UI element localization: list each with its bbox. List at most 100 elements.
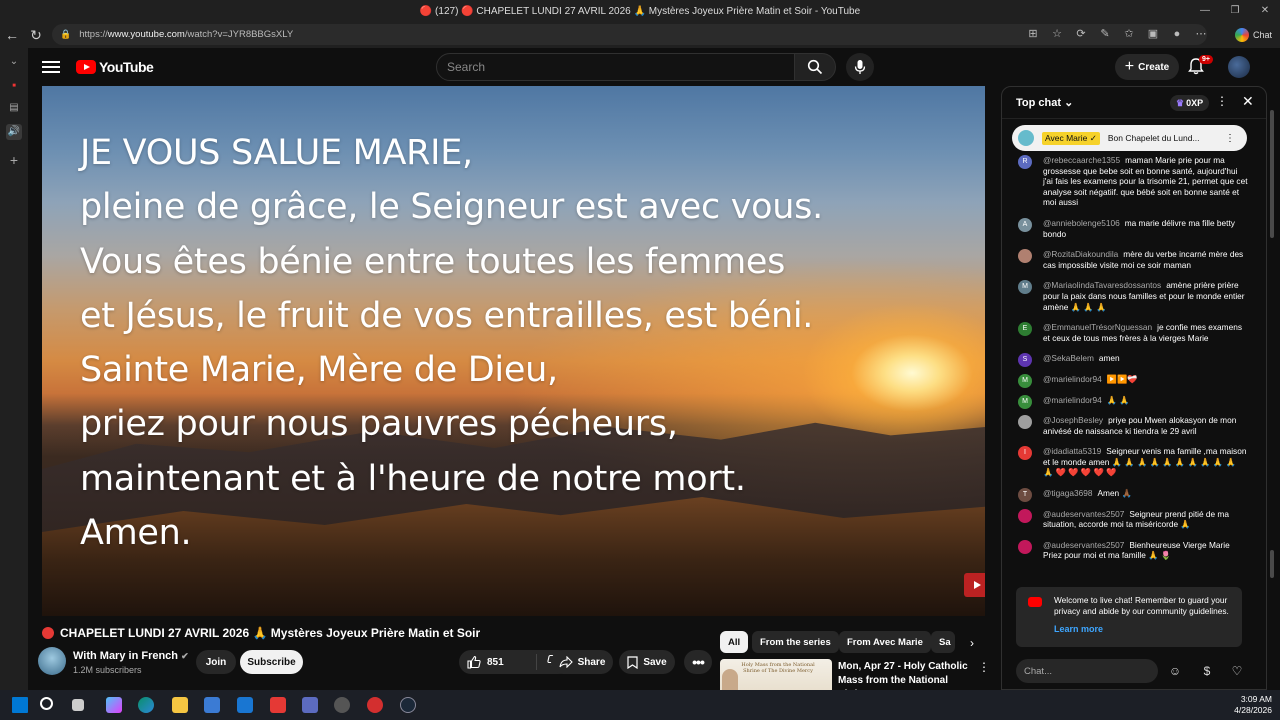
- chat-message[interactable]: S @SekaBelem amen: [1002, 351, 1258, 368]
- chat-author[interactable]: @idadiatta5319: [1043, 446, 1101, 456]
- chat-author[interactable]: @marielindor94: [1043, 395, 1102, 405]
- tab-icon[interactable]: ▤: [6, 100, 22, 116]
- channel-name[interactable]: With Mary in French ✔: [73, 650, 189, 662]
- chat-author[interactable]: @audeservantes2507: [1043, 509, 1124, 519]
- chat-message[interactable]: E @EmmanuelTrésorNguessan je confie mes ex…: [1002, 320, 1258, 345]
- xp-badge[interactable]: ♛ 0XP: [1170, 95, 1210, 111]
- subscribe-button[interactable]: Subscribe: [240, 650, 303, 674]
- opera-icon[interactable]: [367, 697, 383, 713]
- edge-icon[interactable]: [138, 697, 154, 713]
- more-actions-icon[interactable]: •••: [684, 650, 712, 674]
- windows-taskbar: [0, 690, 1280, 720]
- recommendation-thumbnail[interactable]: Holy Mass from the National Shrine of Th…: [720, 659, 832, 690]
- chat-message[interactable]: R @rebeccaarche1355 maman Marie prie pour …: [1002, 153, 1258, 210]
- restore-icon[interactable]: ❐: [1220, 0, 1250, 22]
- audio-tab-icon[interactable]: 🔊: [6, 124, 22, 140]
- task-view-icon[interactable]: [72, 699, 84, 711]
- minimize-icon[interactable]: —: [1190, 0, 1220, 22]
- chat-author[interactable]: @EmmanuelTrésorNguessan: [1043, 322, 1152, 332]
- chevron-down-icon[interactable]: ⌄: [6, 54, 22, 70]
- browser-toolbar: ← ↻ 🔒 https://www.youtube.com/watch?v=JY…: [0, 22, 1280, 48]
- create-button[interactable]: + Create: [1115, 54, 1179, 80]
- chat-input[interactable]: Chat...: [1016, 659, 1158, 683]
- apps-icon[interactable]: ⊞: [1024, 24, 1042, 44]
- heart-icon[interactable]: ♡: [1228, 662, 1246, 680]
- chat-author[interactable]: @MariaolindaTavaresdossantos: [1043, 280, 1161, 290]
- chat-message[interactable]: @audeservantes2507 Seigneur prend pitié d…: [1002, 507, 1258, 532]
- chat-author[interactable]: @tigaga3698: [1043, 488, 1093, 498]
- tab-favicon-icon[interactable]: ■: [6, 78, 22, 94]
- more-menu-icon[interactable]: ⋯: [1192, 24, 1210, 44]
- chip-all[interactable]: All: [720, 631, 749, 653]
- back-icon[interactable]: ←: [0, 23, 24, 47]
- channel-watermark-icon[interactable]: [964, 573, 985, 597]
- refresh-tab-icon[interactable]: ⟳: [1072, 24, 1090, 44]
- chat-message[interactable]: T @tigaga3698 Amen 🙏🏾: [1002, 486, 1258, 503]
- store-icon[interactable]: [204, 697, 220, 713]
- close-window-icon[interactable]: ✕: [1250, 0, 1280, 22]
- chat-scrollbar[interactable]: [1270, 110, 1274, 238]
- mail-icon[interactable]: [237, 697, 253, 713]
- join-button[interactable]: Join: [196, 650, 236, 674]
- youtube-logo[interactable]: YouTube: [76, 59, 154, 75]
- chat-message[interactable]: A @anniebolenge5106 ma marie délivre ma fi…: [1002, 216, 1258, 241]
- like-button[interactable]: 851: [459, 654, 537, 670]
- search-input[interactable]: Search: [436, 53, 796, 81]
- chat-message[interactable]: @audeservantes2507 Bienheureuse Vierge Ma…: [1002, 538, 1258, 563]
- channel-avatar[interactable]: [38, 647, 66, 675]
- chat-author[interactable]: @JosephBesley: [1043, 415, 1103, 425]
- profile-icon[interactable]: ●: [1168, 24, 1186, 44]
- chat-author[interactable]: @marielindor94: [1043, 374, 1102, 384]
- notifications-button[interactable]: 9+: [1188, 55, 1213, 77]
- chip-from-series[interactable]: From the series: [752, 631, 839, 653]
- save-button[interactable]: Save: [619, 650, 675, 674]
- share-button[interactable]: Share: [551, 650, 613, 674]
- copilot-icon[interactable]: [106, 697, 122, 713]
- chat-message[interactable]: M @marielindor94 🙏 🙏: [1002, 393, 1258, 409]
- chat-message[interactable]: M @marielindor94 ▶️▶️❤️‍🩹: [1002, 372, 1258, 388]
- chat-message[interactable]: I @idadiatta5319 Seigneur venis ma famille…: [1002, 444, 1258, 480]
- hamburger-menu-icon[interactable]: [42, 58, 60, 76]
- favorites-icon[interactable]: ✩: [1120, 24, 1138, 44]
- chip-truncated[interactable]: Sa: [931, 631, 955, 653]
- chat-message[interactable]: M @MariaolindaTavaresdossantos amène prièr…: [1002, 278, 1258, 314]
- chat-author[interactable]: @RozitaDiakoundila: [1043, 249, 1118, 259]
- app-icon[interactable]: [302, 697, 318, 713]
- video-player[interactable]: JE VOUS SALUE MARIE, pleine de grâce, le…: [42, 86, 985, 616]
- top-chat-dropdown[interactable]: Top chat ⌄: [1016, 96, 1073, 109]
- file-explorer-icon[interactable]: [172, 697, 188, 713]
- voice-search-button[interactable]: [846, 53, 874, 81]
- super-chat-icon[interactable]: $: [1198, 662, 1216, 680]
- youtube-app-icon[interactable]: [270, 697, 286, 713]
- chat-scrollbar-thumb[interactable]: [1270, 550, 1274, 578]
- refresh-icon[interactable]: ↻: [24, 23, 48, 47]
- pinned-more-icon[interactable]: ⋮: [1225, 133, 1235, 144]
- chat-author[interactable]: @audeservantes2507: [1043, 540, 1124, 550]
- chat-close-icon[interactable]: ✕: [1242, 93, 1254, 110]
- learn-more-link[interactable]: Learn more: [1054, 624, 1103, 635]
- windows-start-icon[interactable]: [12, 697, 28, 713]
- chat-message[interactable]: @JosephBesley priye pou Mwen alokasyon de…: [1002, 413, 1258, 438]
- taskbar-clock[interactable]: 3:09 AM 4/28/2026: [1234, 694, 1272, 716]
- more-vert-icon[interactable]: ⋮: [978, 660, 990, 674]
- copilot-chat-button[interactable]: Chat: [1234, 25, 1272, 45]
- account-avatar[interactable]: [1228, 56, 1250, 78]
- extensions-icon[interactable]: ✎: [1096, 24, 1114, 44]
- pinned-message[interactable]: Avec Marie ✓ Bon Chapelet du Lund... ⋮: [1012, 125, 1247, 151]
- chat-author[interactable]: @rebeccaarche1355: [1043, 155, 1120, 165]
- search-button[interactable]: [794, 53, 836, 81]
- chip-from-avec-marie[interactable]: From Avec Marie: [839, 631, 931, 653]
- chevron-right-icon[interactable]: ›: [962, 633, 982, 653]
- collections-icon[interactable]: ▣: [1144, 24, 1162, 44]
- steam-icon[interactable]: [400, 697, 416, 713]
- lyric-line: maintenant et à l'heure de notre mort.: [80, 458, 746, 499]
- chat-message[interactable]: @RozitaDiakoundila mère du verbe incarné …: [1002, 247, 1258, 272]
- emoji-icon[interactable]: ☺: [1166, 662, 1184, 680]
- new-tab-icon[interactable]: +: [6, 152, 22, 168]
- favorite-star-icon[interactable]: ☆: [1048, 24, 1066, 44]
- chat-author[interactable]: @SekaBelem: [1043, 353, 1094, 363]
- search-icon[interactable]: [40, 697, 53, 710]
- chat-author[interactable]: @anniebolenge5106: [1043, 218, 1120, 228]
- chat-more-icon[interactable]: ⋮: [1216, 94, 1228, 108]
- app-active-icon[interactable]: [334, 697, 350, 713]
